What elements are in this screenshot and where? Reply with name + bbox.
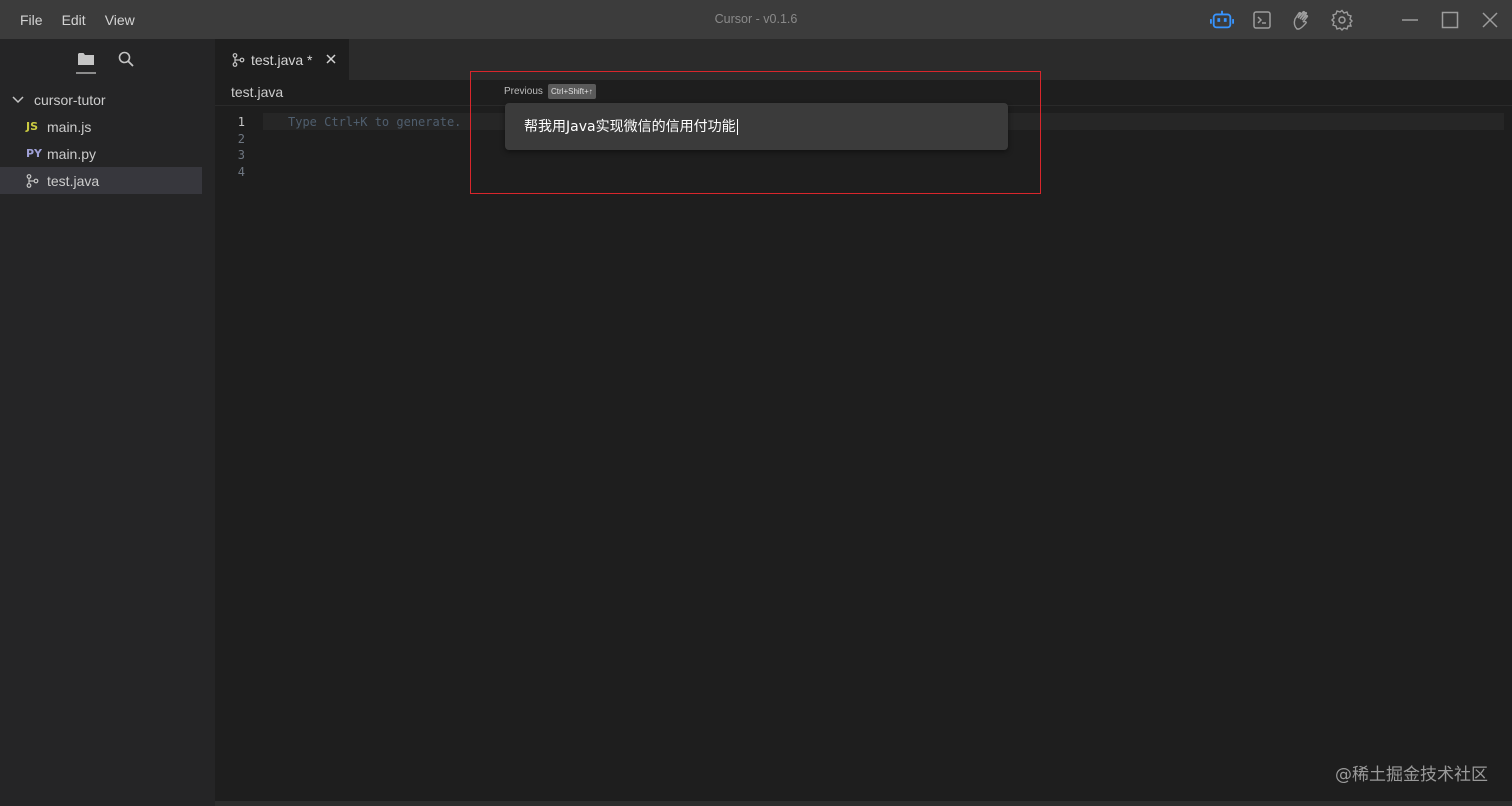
file-label: test.java xyxy=(47,172,100,189)
file-label: main.py xyxy=(47,145,97,162)
horizontal-scrollbar[interactable] xyxy=(215,801,1512,806)
previous-label[interactable]: Previous xyxy=(504,86,543,97)
file-test-java[interactable]: test.java xyxy=(0,167,202,194)
file-main-py[interactable]: PY main.py xyxy=(0,140,202,167)
folder-cursor-tutor[interactable]: cursor-tutor xyxy=(0,87,215,113)
tab-test-java[interactable]: test.java * xyxy=(215,39,349,80)
window-controls xyxy=(1382,8,1502,32)
gear-icon[interactable] xyxy=(1330,8,1354,32)
line-number: 1 xyxy=(237,115,245,129)
tab-label: test.java * xyxy=(251,51,313,68)
previous-shortcut-badge: Ctrl+Shift+↑ xyxy=(548,84,596,99)
file-tree: cursor-tutor JS main.js PY main.py test.… xyxy=(0,87,215,194)
breadcrumb[interactable]: test.java xyxy=(231,84,283,100)
menu-view[interactable]: View xyxy=(105,12,135,28)
branch-icon xyxy=(26,173,43,188)
file-label: main.js xyxy=(47,118,92,135)
generate-hint[interactable]: Type Ctrl+K to generate. xyxy=(288,114,461,131)
hand-wave-icon[interactable] xyxy=(1290,8,1314,32)
folder-icon[interactable] xyxy=(75,44,97,74)
maximize-icon[interactable] xyxy=(1438,8,1462,32)
prompt-input[interactable]: 帮我用Java实现微信的信用付功能 xyxy=(524,116,994,138)
text-caret xyxy=(736,119,738,135)
close-icon[interactable] xyxy=(1478,8,1502,32)
prompt-text: 帮我用Java实现微信的信用付功能 xyxy=(524,119,736,135)
py-file-icon: PY xyxy=(26,147,43,160)
minimize-icon[interactable] xyxy=(1398,8,1422,32)
line-number: 4 xyxy=(237,164,245,179)
title-actions xyxy=(1210,0,1512,39)
file-main-js[interactable]: JS main.js xyxy=(0,113,202,140)
menu-file[interactable]: File xyxy=(20,12,43,28)
line-number: 3 xyxy=(237,148,245,162)
menu-bar: File Edit View xyxy=(0,0,154,39)
title-bar: File Edit View Cursor - v0.1.6 xyxy=(0,0,1512,39)
sidebar: cursor-tutor JS main.js PY main.py test.… xyxy=(0,39,215,806)
robot-icon[interactable] xyxy=(1210,8,1234,32)
js-file-icon: JS xyxy=(26,120,39,133)
watermark: @稀土掘金技术社区 xyxy=(1335,765,1488,785)
menu-edit[interactable]: Edit xyxy=(62,12,86,28)
branch-icon xyxy=(232,52,245,67)
chevron-down-icon xyxy=(12,96,26,104)
folder-label: cursor-tutor xyxy=(34,92,106,108)
search-icon[interactable] xyxy=(115,44,137,74)
terminal-icon[interactable] xyxy=(1250,8,1274,32)
sidebar-tabs xyxy=(0,39,215,79)
prompt-box: 帮我用Java实现微信的信用付功能 xyxy=(505,103,1008,150)
line-number: 2 xyxy=(237,131,245,146)
line-number-gutter: 1 2 3 4 xyxy=(215,114,245,180)
close-tab-icon[interactable] xyxy=(323,51,339,67)
